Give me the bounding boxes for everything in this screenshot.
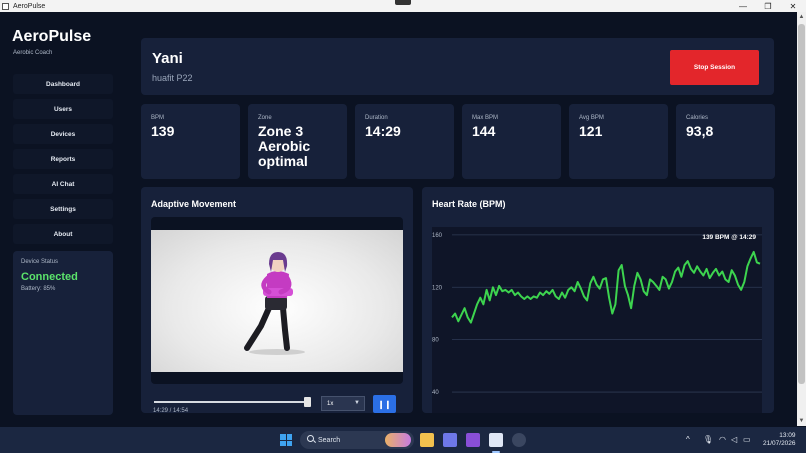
playback-speed-select[interactable]: 1x ▼ bbox=[321, 396, 365, 411]
sidebar: AeroPulse Aerobic Coach Dashboard Users … bbox=[0, 12, 126, 426]
device-status-label: Device Status bbox=[21, 259, 59, 265]
heart-rate-title: Heart Rate (BPM) bbox=[432, 199, 506, 209]
sidebar-item-reports[interactable]: Reports bbox=[13, 149, 113, 169]
stat-value: 144 bbox=[472, 123, 496, 139]
window-title: AeroPulse bbox=[13, 2, 46, 10]
start-button-icon[interactable] bbox=[280, 434, 292, 446]
heart-rate-panel: Heart Rate (BPM) 160 120 80 40 139 BPM @ 14… bbox=[422, 187, 774, 413]
device-status-card: Device Status Connected Battery: 85% bbox=[13, 251, 113, 415]
maximize-button[interactable]: ❐ bbox=[758, 0, 778, 12]
stat-card-duration: Duration 14:29 bbox=[355, 104, 454, 179]
pause-button[interactable]: ❙❙ bbox=[373, 395, 396, 413]
taskbar: Search ^ 🎙 ◠ ◁ ▭ 13:09 21/07/2026 bbox=[0, 427, 806, 453]
taskbar-search[interactable]: Search bbox=[300, 431, 414, 449]
taskbar-clock[interactable]: 13:09 21/07/2026 bbox=[763, 432, 796, 448]
stat-card-bpm: BPM 139 bbox=[141, 104, 240, 179]
y-tick-label: 40 bbox=[432, 390, 439, 396]
video-progress-track[interactable] bbox=[154, 401, 310, 403]
stat-value: 121 bbox=[579, 123, 603, 139]
stat-label: Avg BPM bbox=[579, 115, 604, 121]
stat-label: Calories bbox=[686, 115, 709, 121]
stat-label: Max BPM bbox=[472, 115, 499, 121]
video-time: 14:29 / 14:54 bbox=[153, 408, 189, 414]
stat-value: 14:29 bbox=[365, 123, 401, 139]
brand-subtitle: Aerobic Coach bbox=[13, 50, 53, 56]
stat-card-max-bpm: Max BPM 144 bbox=[462, 104, 561, 179]
y-tick-label: 120 bbox=[432, 285, 443, 291]
chat-app-icon[interactable] bbox=[443, 433, 457, 447]
stat-label: Zone bbox=[258, 115, 272, 121]
snap-grip[interactable] bbox=[395, 0, 411, 5]
close-button[interactable]: ✕ bbox=[783, 0, 803, 12]
clock-date: 21/07/2026 bbox=[763, 440, 796, 447]
clock-time: 13:09 bbox=[779, 432, 796, 439]
title-bar: AeroPulse — ❐ ✕ bbox=[0, 0, 806, 12]
adaptive-movement-title: Adaptive Movement bbox=[151, 199, 237, 209]
avatar-dancer-figure bbox=[244, 252, 305, 355]
user-name: Yani bbox=[152, 50, 183, 67]
minimize-button[interactable]: — bbox=[733, 0, 753, 12]
chevron-down-icon: ▼ bbox=[354, 400, 360, 406]
visual-studio-icon[interactable] bbox=[466, 433, 480, 447]
search-icon bbox=[307, 435, 314, 442]
device-battery: Battery: 85% bbox=[21, 286, 56, 292]
tray-overflow-icon[interactable]: ^ bbox=[686, 435, 690, 444]
session-header: Yani huafit P22 Stop Session bbox=[141, 38, 774, 95]
wifi-icon[interactable]: ◠ bbox=[719, 435, 726, 444]
y-tick-label: 80 bbox=[432, 338, 439, 344]
app-icon bbox=[2, 2, 9, 10]
stat-value: Zone 3 Aerobic optimal bbox=[258, 123, 311, 169]
movement-video[interactable] bbox=[151, 230, 403, 372]
stat-card-calories: Calories 93,8 bbox=[676, 104, 775, 179]
volume-icon[interactable]: ◁ bbox=[731, 435, 737, 444]
scroll-thumb[interactable] bbox=[798, 24, 805, 384]
microphone-icon[interactable]: 🎙 bbox=[703, 435, 713, 444]
adaptive-movement-panel: Adaptive Movement 14:29 / 14:54 1x ▼ ❙❙ bbox=[141, 187, 413, 414]
search-highlight-icon bbox=[385, 433, 411, 447]
sidebar-item-devices[interactable]: Devices bbox=[13, 124, 113, 144]
browser-icon[interactable] bbox=[512, 433, 526, 447]
playback-speed-value: 1x bbox=[327, 400, 334, 407]
scroll-down-icon[interactable]: ▼ bbox=[797, 416, 806, 426]
sidebar-item-settings[interactable]: Settings bbox=[13, 199, 113, 219]
scroll-up-icon[interactable]: ▲ bbox=[797, 12, 806, 22]
y-tick-label: 160 bbox=[432, 233, 443, 239]
stat-card-avg-bpm: Avg BPM 121 bbox=[569, 104, 668, 179]
brand-logo-text: AeroPulse bbox=[12, 28, 92, 45]
stop-session-button[interactable]: Stop Session bbox=[670, 50, 759, 85]
chart-annotation: 139 BPM @ 14:29 bbox=[702, 234, 756, 241]
file-explorer-icon[interactable] bbox=[420, 433, 434, 447]
heart-rate-chart: 160 120 80 40 139 BPM @ 14:29 bbox=[432, 227, 762, 413]
stat-label: Duration bbox=[365, 115, 388, 121]
page-scrollbar[interactable]: ▲ ▼ bbox=[797, 12, 806, 426]
stat-value: 139 bbox=[151, 123, 175, 139]
video-player[interactable] bbox=[151, 217, 403, 384]
heart-rate-chart-svg: 160 120 80 40 139 BPM @ 14:29 bbox=[432, 227, 762, 413]
chart-plot-background bbox=[432, 227, 762, 413]
video-progress-thumb[interactable] bbox=[304, 397, 311, 407]
device-connection-status: Connected bbox=[21, 271, 78, 283]
stat-card-zone: Zone Zone 3 Aerobic optimal bbox=[248, 104, 347, 179]
sidebar-item-about[interactable]: About bbox=[13, 224, 113, 244]
taskbar-search-label: Search bbox=[318, 436, 341, 444]
stat-value: 93,8 bbox=[686, 123, 714, 139]
stat-label: BPM bbox=[151, 115, 165, 121]
aeropulse-app-icon[interactable] bbox=[489, 433, 503, 447]
sidebar-item-ai-chat[interactable]: AI Chat bbox=[13, 174, 113, 194]
sidebar-item-users[interactable]: Users bbox=[13, 99, 113, 119]
sidebar-item-dashboard[interactable]: Dashboard bbox=[13, 74, 113, 94]
battery-icon[interactable]: ▭ bbox=[743, 435, 751, 444]
sidebar-nav: Dashboard Users Devices Reports AI Chat … bbox=[13, 74, 113, 249]
user-device-name: huafit P22 bbox=[152, 73, 193, 83]
